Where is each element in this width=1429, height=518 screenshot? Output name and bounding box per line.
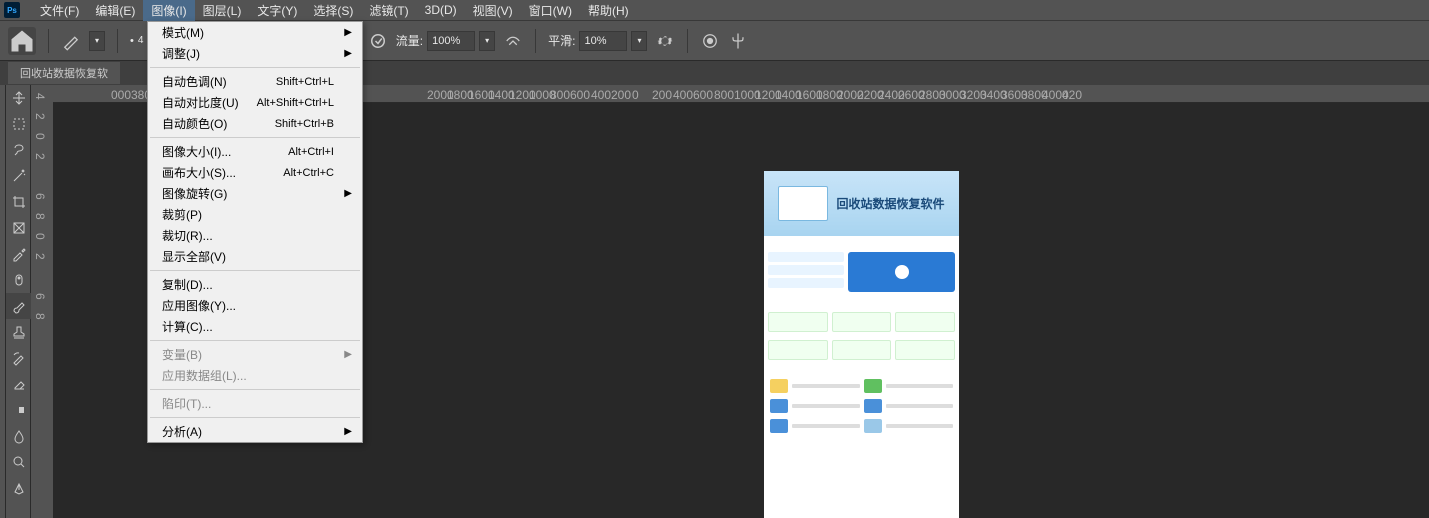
stamp-tool[interactable] xyxy=(6,319,31,345)
frame-tool[interactable] xyxy=(6,215,31,241)
pen-tool[interactable] xyxy=(6,475,31,501)
menu-item-画布大小(S)...[interactable]: 画布大小(S)...Alt+Ctrl+C xyxy=(148,162,362,183)
menu-item-复制(D)...[interactable]: 复制(D)... xyxy=(148,274,362,295)
pressure-size-icon[interactable] xyxy=(700,31,720,51)
menu-item-图像大小(I)...[interactable]: 图像大小(I)...Alt+Ctrl+I xyxy=(148,141,362,162)
healing-tool[interactable] xyxy=(6,267,31,293)
submenu-arrow-icon: ▶ xyxy=(344,27,352,38)
move-tool[interactable] xyxy=(6,85,31,111)
menu-item-计算(C)...[interactable]: 计算(C)... xyxy=(148,316,362,337)
menu-item-变量(B): 变量(B)▶ xyxy=(148,344,362,365)
image-menu-dropdown: 模式(M)▶调整(J)▶ 自动色调(N)Shift+Ctrl+L自动对比度(U)A… xyxy=(147,21,363,443)
menu-item-模式(M)[interactable]: 模式(M)▶ xyxy=(148,22,362,43)
submenu-arrow-icon: ▶ xyxy=(344,48,352,59)
lasso-tool[interactable] xyxy=(6,137,31,163)
menu-item-应用图像(Y)...[interactable]: 应用图像(Y)... xyxy=(148,295,362,316)
submenu-arrow-icon: ▶ xyxy=(344,188,352,199)
marquee-tool[interactable] xyxy=(6,111,31,137)
history-brush-tool[interactable] xyxy=(6,345,31,371)
eraser-tool[interactable] xyxy=(6,371,31,397)
menu-3D(D)[interactable]: 3D(D) xyxy=(417,0,465,21)
menubar: Ps 文件(F)编辑(E)图像(I)图层(L)文字(Y)选择(S)滤镜(T)3D… xyxy=(0,0,1429,21)
blur-tool[interactable] xyxy=(6,423,31,449)
pressure-opacity-icon[interactable] xyxy=(368,31,388,51)
smooth-input[interactable] xyxy=(579,31,627,51)
menu-item-自动色调(N)[interactable]: 自动色调(N)Shift+Ctrl+L xyxy=(148,71,362,92)
brush-preset-icon[interactable] xyxy=(61,31,81,51)
flow-label: 流量: xyxy=(396,32,423,49)
submenu-arrow-icon: ▶ xyxy=(344,426,352,437)
menu-文字(Y)[interactable]: 文字(Y) xyxy=(249,0,305,21)
crop-tool[interactable] xyxy=(6,189,31,215)
menu-图像(I)[interactable]: 图像(I) xyxy=(143,0,194,21)
brush-tool[interactable] xyxy=(6,293,31,319)
document-tab[interactable]: 回收站数据恢复软 xyxy=(8,62,120,84)
menu-item-调整(J)[interactable]: 调整(J)▶ xyxy=(148,43,362,64)
wand-tool[interactable] xyxy=(6,163,31,189)
symmetry-icon[interactable] xyxy=(728,31,748,51)
menu-item-裁切(R)...[interactable]: 裁切(R)... xyxy=(148,225,362,246)
menu-帮助(H)[interactable]: 帮助(H) xyxy=(580,0,637,21)
menu-item-显示全部(V)[interactable]: 显示全部(V) xyxy=(148,246,362,267)
submenu-arrow-icon: ▶ xyxy=(344,349,352,360)
menu-视图(V)[interactable]: 视图(V) xyxy=(465,0,521,21)
menu-item-应用数据组(L)...: 应用数据组(L)... xyxy=(148,365,362,386)
gear-icon[interactable] xyxy=(655,31,675,51)
smooth-label: 平滑: xyxy=(548,32,575,49)
flow-input[interactable] xyxy=(427,31,475,51)
menu-item-自动对比度(U)[interactable]: 自动对比度(U)Alt+Shift+Ctrl+L xyxy=(148,92,362,113)
menu-item-自动颜色(O)[interactable]: 自动颜色(O)Shift+Ctrl+B xyxy=(148,113,362,134)
airbrush-icon[interactable] xyxy=(503,31,523,51)
menu-item-分析(A)[interactable]: 分析(A)▶ xyxy=(148,421,362,442)
document-image: 回收站数据恢复软件 xyxy=(764,171,959,518)
flow-dropdown[interactable]: ▾ xyxy=(479,31,495,51)
menu-滤镜(T)[interactable]: 滤镜(T) xyxy=(361,0,416,21)
menu-选择(S)[interactable]: 选择(S) xyxy=(305,0,361,21)
brush-dropdown[interactable]: ▾ xyxy=(89,31,105,51)
menu-item-裁剪(P)[interactable]: 裁剪(P) xyxy=(148,204,362,225)
smooth-dropdown[interactable]: ▾ xyxy=(631,31,647,51)
menu-窗口(W)[interactable]: 窗口(W) xyxy=(521,0,580,21)
menu-文件(F)[interactable]: 文件(F) xyxy=(32,0,87,21)
gradient-tool[interactable] xyxy=(6,397,31,423)
home-icon[interactable] xyxy=(8,27,36,55)
menu-item-图像旋转(G)[interactable]: 图像旋转(G)▶ xyxy=(148,183,362,204)
dodge-tool[interactable] xyxy=(6,449,31,475)
menu-编辑(E)[interactable]: 编辑(E) xyxy=(87,0,143,21)
ruler-vertical: 4202680268 xyxy=(31,85,53,518)
menu-item-陷印(T)...: 陷印(T)... xyxy=(148,393,362,414)
eyedropper-tool[interactable] xyxy=(6,241,31,267)
toolbar xyxy=(6,85,31,518)
ps-logo: Ps xyxy=(4,2,20,18)
menu-图层(L)[interactable]: 图层(L) xyxy=(195,0,250,21)
